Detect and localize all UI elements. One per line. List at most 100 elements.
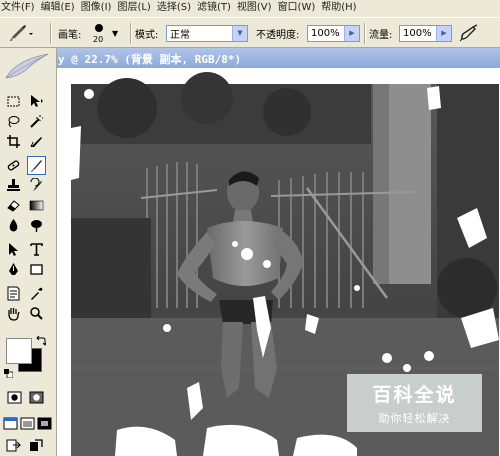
zoom-tool[interactable]	[27, 304, 46, 323]
separator	[50, 23, 52, 44]
menu-image[interactable]: 图像(I)	[80, 0, 117, 16]
screen-mode-full-menu[interactable]	[19, 414, 36, 433]
mode-select[interactable]: 正常 ▼	[166, 24, 248, 42]
mode-label: 模式:	[135, 29, 159, 41]
separator	[364, 23, 366, 44]
foreground-color-swatch[interactable]	[6, 338, 32, 364]
watermark-badge: 百科全说 助你轻松解决	[347, 374, 482, 432]
opacity-value[interactable]: 100%	[308, 28, 344, 39]
opacity-field[interactable]: 100% ▶	[307, 24, 360, 42]
opacity-label: 不透明度:	[256, 29, 300, 41]
shape-tool[interactable]	[27, 260, 46, 279]
default-colors-button[interactable]	[4, 368, 14, 379]
crop-tool[interactable]	[4, 132, 23, 151]
healing-brush-tool[interactable]	[4, 156, 23, 175]
default-colors-icon	[4, 369, 14, 379]
menu-edit[interactable]: 编辑(E)	[40, 0, 80, 16]
lasso-tool[interactable]	[4, 112, 23, 131]
menu-bar: 文件(F) 编辑(E) 图像(I) 图层(L) 选择(S) 滤镜(T) 视图(V…	[0, 0, 500, 16]
menu-help[interactable]: 帮助(H)	[320, 0, 361, 16]
dodge-tool[interactable]	[27, 216, 46, 235]
marquee-tool[interactable]	[4, 92, 23, 111]
eyedropper-icon	[31, 287, 43, 300]
separator	[130, 23, 132, 44]
pen-nib-icon	[9, 263, 18, 275]
bandage-icon	[7, 160, 20, 171]
crop-icon	[7, 135, 20, 148]
toolbox	[0, 48, 57, 456]
imageready-icon	[6, 439, 21, 452]
hand-tool[interactable]	[4, 304, 23, 323]
slice-knife-icon	[30, 137, 42, 148]
chevron-right-icon[interactable]: ▶	[436, 25, 451, 41]
history-brush-icon	[30, 178, 42, 191]
clone-stamp-tool[interactable]	[4, 176, 23, 195]
eraser-icon	[7, 200, 20, 212]
document-title: y @ 22.7% (背景 副本, RGB/8*)	[58, 53, 242, 66]
swap-arrows-icon	[36, 335, 47, 346]
tool-preset-picker[interactable]	[8, 18, 34, 48]
options-bar: 画笔: 20 ▼ 模式: 正常 ▼ 不透明度: 100% ▶ 流量: 100% …	[0, 17, 500, 48]
menu-select[interactable]: 选择(S)	[156, 0, 196, 16]
quick-mask-button[interactable]	[27, 388, 46, 407]
slice-tool[interactable]	[27, 132, 46, 151]
flow-field[interactable]: 100% ▶	[399, 24, 452, 42]
history-brush-tool[interactable]	[27, 176, 46, 195]
magic-wand-icon	[30, 115, 43, 128]
move-tool[interactable]	[27, 92, 46, 111]
type-t-icon	[30, 243, 43, 256]
blur-drop-icon	[9, 219, 18, 232]
screen-mode-full[interactable]	[36, 414, 53, 433]
imageready-extra-button[interactable]	[27, 436, 46, 455]
path-selection-tool[interactable]	[4, 240, 23, 259]
menu-window[interactable]: 窗口(W)	[277, 0, 321, 16]
menu-layer[interactable]: 图层(L)	[116, 0, 155, 16]
notes-tool[interactable]	[4, 284, 23, 303]
move-arrow-icon	[31, 95, 43, 107]
brush-tool[interactable]	[27, 156, 46, 175]
menu-view[interactable]: 视图(V)	[236, 0, 277, 16]
pen-tool[interactable]	[4, 260, 23, 279]
hand-icon	[8, 308, 20, 321]
note-icon	[7, 286, 20, 301]
screen-full-icon	[20, 417, 35, 430]
type-tool[interactable]	[27, 240, 46, 259]
blur-tool[interactable]	[4, 216, 23, 235]
eyedropper-tool[interactable]	[27, 284, 46, 303]
brush-size: 20	[93, 35, 104, 44]
flow-value[interactable]: 100%	[400, 28, 436, 39]
screen-mode-standard[interactable]	[2, 414, 19, 433]
watermark-subtitle: 助你轻松解决	[378, 412, 451, 425]
brush-tool-preset-icon	[10, 25, 33, 41]
menu-filter[interactable]: 滤镜(T)	[196, 0, 236, 16]
menu-file[interactable]: 文件(F)	[0, 0, 40, 16]
airbrush-icon	[459, 24, 478, 42]
mode-value: 正常	[170, 29, 190, 41]
dodge-icon	[31, 220, 42, 232]
document-window: y @ 22.7% (背景 副本, RGB/8*) 百科全说 助你轻松解决	[57, 48, 500, 456]
lasso-icon	[8, 116, 20, 128]
stamp-icon	[7, 179, 20, 191]
image-canvas[interactable]: 百科全说 助你轻松解决	[57, 68, 500, 456]
brush-picker[interactable]: 20 ▼	[88, 18, 128, 48]
gradient-tool[interactable]	[27, 196, 46, 215]
jump-to-imageready-button[interactable]	[4, 436, 23, 455]
chevron-down-icon[interactable]: ▼	[232, 25, 247, 41]
brush-tip-icon	[95, 24, 103, 32]
rectangle-shape-icon	[30, 264, 43, 275]
watermark-title: 百科全说	[372, 384, 457, 406]
document-title-bar[interactable]: y @ 22.7% (背景 副本, RGB/8*)	[57, 48, 500, 68]
gradient-icon	[29, 200, 44, 211]
airbrush-button[interactable]	[458, 18, 480, 48]
magic-wand-tool[interactable]	[27, 112, 46, 131]
screen-dark-icon	[37, 417, 52, 430]
chevron-down-icon: ▼	[112, 28, 119, 38]
standard-mode-button[interactable]	[5, 388, 24, 407]
swap-colors-button[interactable]	[36, 335, 47, 346]
eraser-tool[interactable]	[4, 196, 23, 215]
brush-label: 画笔:	[58, 29, 82, 41]
standard-mode-icon	[7, 391, 22, 404]
quick-mask-icon	[29, 391, 44, 404]
chevron-right-icon[interactable]: ▶	[344, 25, 359, 41]
paintbrush-icon	[31, 160, 42, 172]
